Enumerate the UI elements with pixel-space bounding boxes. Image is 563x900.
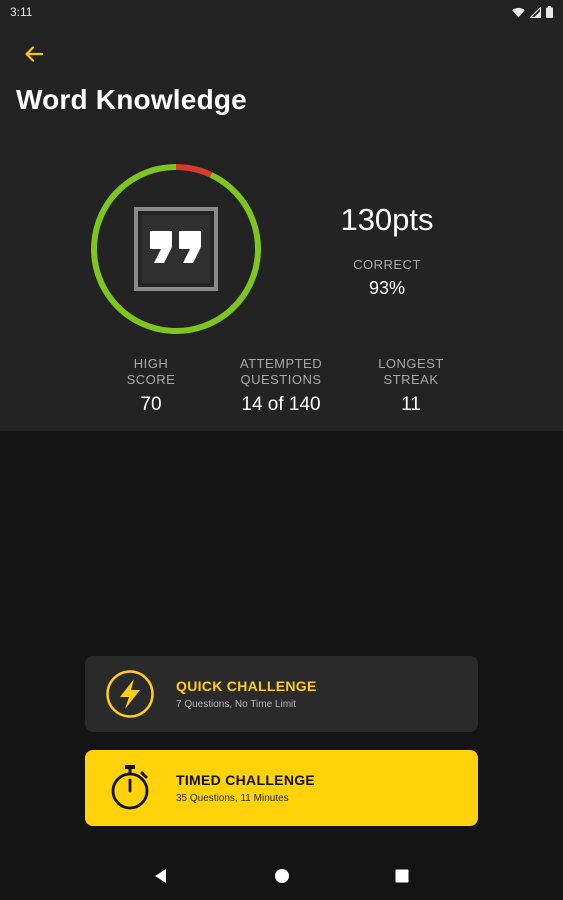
points-value: 130pts — [340, 202, 434, 237]
battery-icon — [546, 6, 553, 18]
stat-label: HIGH SCORE — [91, 356, 211, 388]
timed-challenge-text: TIMED CHALLENGE 35 Questions, 11 Minutes — [176, 772, 315, 804]
correct-label: CORRECT — [353, 257, 421, 272]
timed-challenge-title: TIMED CHALLENGE — [176, 772, 316, 788]
home-circle-icon[interactable] — [272, 866, 292, 886]
stat-label-line: LONGEST — [378, 356, 444, 371]
stat-label-line: ATTEMPTED — [239, 356, 323, 371]
signal-icon — [530, 6, 541, 18]
timed-challenge-button[interactable]: TIMED CHALLENGE 35 Questions, 11 Minutes — [85, 750, 478, 826]
stat-longest-streak: LONGEST STREAK 11 — [351, 356, 471, 416]
stat-value: 70 — [140, 394, 162, 415]
lightning-icon — [106, 670, 154, 718]
arrow-left-icon — [25, 46, 43, 62]
status-time: 3:11 — [10, 5, 33, 19]
stopwatch-icon — [111, 765, 149, 810]
stat-value: 14 of 140 — [241, 394, 321, 415]
stats-panel: Word Knowledge 130pts CORRECT 93% HIGH S… — [0, 24, 563, 431]
stat-attempted-questions: ATTEMPTED QUESTIONS 14 of 140 — [221, 356, 341, 416]
navigation-bar — [0, 852, 563, 900]
status-icons — [512, 6, 553, 18]
correct-value: 93% — [368, 278, 406, 298]
quick-challenge-subtitle: 7 Questions, No Time Limit — [176, 699, 297, 710]
back-button[interactable] — [20, 40, 48, 68]
quick-challenge-button[interactable]: QUICK CHALLENGE 7 Questions, No Time Lim… — [85, 656, 478, 732]
recents-square-icon[interactable] — [392, 866, 412, 886]
stat-label: LONGEST STREAK — [351, 356, 471, 388]
page-title: Word Knowledge — [16, 84, 247, 115]
wifi-icon — [512, 7, 525, 17]
stat-high-score: HIGH SCORE 70 — [91, 356, 211, 416]
score-ring — [88, 161, 264, 337]
quick-challenge-title: QUICK CHALLENGE — [176, 678, 317, 694]
back-triangle-icon[interactable] — [151, 866, 171, 886]
timed-challenge-subtitle: 35 Questions, 11 Minutes — [176, 793, 289, 804]
stat-value: 11 — [401, 394, 421, 415]
stat-label-line: QUESTIONS — [240, 372, 322, 387]
status-bar: 3:11 — [0, 0, 563, 24]
quick-challenge-text: QUICK CHALLENGE 7 Questions, No Time Lim… — [176, 678, 317, 710]
stat-label: ATTEMPTED QUESTIONS — [221, 356, 341, 388]
quote-icon — [134, 207, 218, 291]
stat-label-line: STREAK — [383, 372, 439, 387]
stat-label-line: SCORE — [126, 372, 176, 387]
stat-label-line: HIGH — [133, 356, 169, 371]
